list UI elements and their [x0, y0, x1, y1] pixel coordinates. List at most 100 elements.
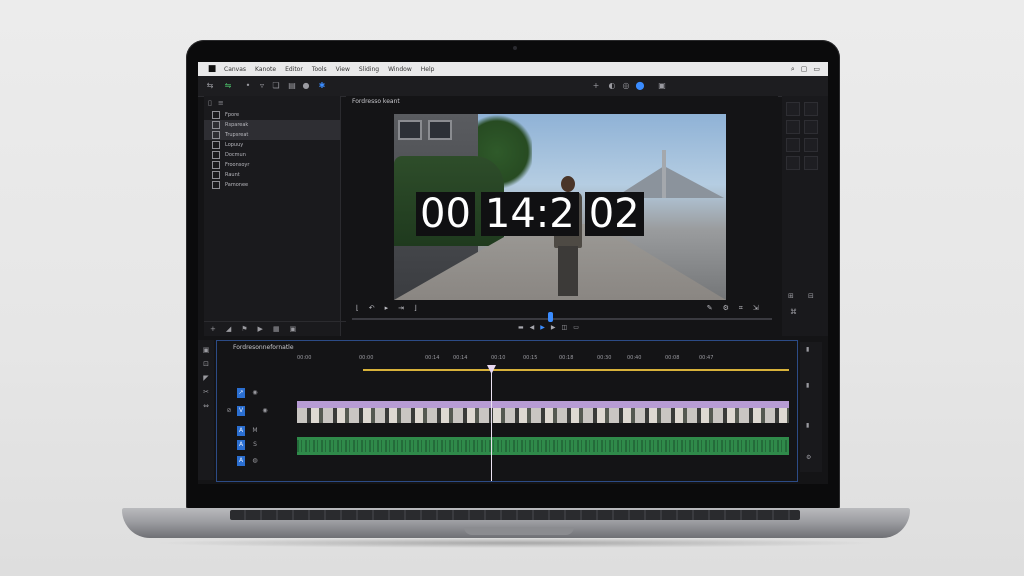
forward-icon[interactable]: ▶: [551, 324, 556, 331]
list-item[interactable]: Raunt: [204, 170, 340, 180]
output-icon[interactable]: ▭: [573, 324, 579, 331]
fx-slot-icon[interactable]: ⊟: [808, 292, 814, 300]
play-icon[interactable]: ▸: [385, 304, 389, 312]
effect-swatch[interactable]: [804, 138, 818, 152]
slip-icon[interactable]: ⇔: [198, 402, 214, 410]
ripple-icon[interactable]: ◤: [198, 374, 214, 382]
file-icon: [212, 131, 220, 139]
list-item[interactable]: Fpore: [204, 110, 340, 120]
folder-icon[interactable]: ▯: [208, 99, 212, 107]
effect-swatch[interactable]: [786, 120, 800, 134]
menu-item-help[interactable]: Help: [421, 66, 435, 73]
bin-icon[interactable]: ◢: [226, 325, 231, 333]
dot-icon[interactable]: •: [242, 80, 254, 92]
camera-icon[interactable]: ◫: [562, 324, 568, 331]
mic-icon[interactable]: ◍: [251, 456, 259, 466]
select-tool-icon[interactable]: ▣: [198, 346, 214, 354]
lock-icon[interactable]: ⊘: [225, 406, 233, 416]
mark-out-icon[interactable]: ⌋: [414, 304, 417, 312]
fit-icon[interactable]: ⌗: [739, 304, 743, 313]
link-icon[interactable]: ⌘: [790, 308, 797, 316]
track-target-toggle[interactable]: A: [237, 456, 245, 466]
fx-icon[interactable]: ◎: [620, 80, 632, 92]
track-header-a2: A S: [221, 439, 291, 451]
menu-item-sliding[interactable]: Sliding: [359, 66, 379, 73]
list-view-icon[interactable]: ≡: [218, 99, 224, 107]
timeline-playhead[interactable]: [491, 369, 492, 481]
apple-icon[interactable]: ■: [206, 63, 218, 75]
list-item[interactable]: Rspareak: [204, 120, 340, 130]
export-icon[interactable]: ⬤: [634, 80, 646, 92]
time-ruler[interactable]: 00:00 00:00 00:14 00:14 00:10 00:15 00:1…: [297, 353, 793, 367]
work-area-bar[interactable]: [363, 369, 789, 371]
effect-swatch[interactable]: [786, 138, 800, 152]
track-target-toggle[interactable]: A: [237, 426, 245, 436]
flag-icon[interactable]: ⚑: [241, 325, 247, 333]
project-panel-header: ▯ ≡: [204, 96, 340, 110]
menu-item-canvas[interactable]: Canvas: [224, 66, 246, 73]
meter-icon: ▮: [806, 422, 810, 429]
track-select-icon[interactable]: ⊡: [198, 360, 214, 368]
list-item[interactable]: Froonsoyr: [204, 160, 340, 170]
loop-icon[interactable]: ▬: [518, 324, 524, 331]
mark-in-icon[interactable]: ⌊: [356, 304, 359, 312]
effect-swatch[interactable]: [804, 156, 818, 170]
add-icon[interactable]: +: [210, 325, 216, 333]
add-icon[interactable]: +: [590, 80, 602, 92]
export-frame-icon[interactable]: ⇲: [753, 304, 759, 312]
record-icon[interactable]: ▤: [286, 80, 298, 92]
list-item[interactable]: Pamonee: [204, 180, 340, 190]
razor-icon[interactable]: ✂: [198, 388, 214, 396]
play-icon[interactable]: ▶: [258, 325, 263, 333]
menu-bar: ■ Canvas Kanote Editor Tools View Slidin…: [198, 62, 828, 76]
video-clip[interactable]: [297, 401, 789, 423]
circle-icon[interactable]: ●: [300, 80, 312, 92]
solo-icon[interactable]: S: [251, 440, 259, 450]
keyboard: [230, 510, 800, 520]
list-item[interactable]: Trupsreat: [204, 130, 340, 140]
fx-slot-icon[interactable]: ⊞: [788, 292, 794, 300]
effect-swatch[interactable]: [804, 102, 818, 116]
grid-icon[interactable]: ▦: [273, 325, 280, 333]
viewer-scrubber[interactable]: [352, 318, 772, 320]
list-item[interactable]: Docmun: [204, 150, 340, 160]
mark-icon[interactable]: ❏: [270, 80, 282, 92]
effect-swatch[interactable]: [786, 102, 800, 116]
menu-item-tools[interactable]: Tools: [312, 66, 327, 73]
pen-icon[interactable]: ✎: [707, 304, 713, 312]
track-target-toggle[interactable]: A: [237, 440, 245, 450]
step-back-icon[interactable]: ↶: [369, 304, 375, 312]
ruler-tick: 00:47: [699, 355, 714, 361]
filter-icon[interactable]: ▿: [256, 80, 268, 92]
track-target-toggle[interactable]: V: [237, 406, 245, 416]
search-icon[interactable]: ⌕: [791, 65, 795, 74]
menu-item-view[interactable]: View: [336, 66, 350, 73]
track-target-toggle[interactable]: ↗: [237, 388, 245, 398]
layout-icon[interactable]: ⇆: [204, 80, 216, 92]
video-preview[interactable]: 00 14:2 02: [394, 114, 726, 300]
viewer-playhead[interactable]: [548, 312, 553, 322]
battery-icon[interactable]: ▭: [813, 65, 820, 74]
trash-icon[interactable]: ▣: [290, 325, 297, 333]
sync-icon[interactable]: ⇋: [222, 80, 234, 92]
eye-icon[interactable]: ◉: [251, 388, 259, 398]
settings-icon[interactable]: ⚙: [806, 454, 811, 461]
menu-item-kanote[interactable]: Kanote: [255, 66, 276, 73]
eye-icon[interactable]: ◉: [261, 406, 269, 416]
menu-item-editor[interactable]: Editor: [285, 66, 303, 73]
effect-swatch[interactable]: [786, 156, 800, 170]
step-forward-icon[interactable]: ⇥: [398, 304, 404, 312]
fullscreen-icon[interactable]: ▣: [656, 80, 668, 92]
play-button-icon[interactable]: ▶: [540, 324, 545, 331]
audio-clip[interactable]: [297, 437, 789, 455]
bluetooth-icon[interactable]: ✱: [316, 80, 328, 92]
control-center-icon[interactable]: ▢: [801, 65, 808, 74]
effect-swatch[interactable]: [804, 120, 818, 134]
rewind-icon[interactable]: ◀: [530, 324, 535, 331]
menu-item-window[interactable]: Window: [388, 66, 412, 73]
mute-icon[interactable]: M: [251, 426, 259, 436]
color-icon[interactable]: ◐: [606, 80, 618, 92]
file-icon: [212, 171, 220, 179]
settings-icon[interactable]: ⚙: [723, 304, 729, 312]
list-item[interactable]: Lopuuy: [204, 140, 340, 150]
